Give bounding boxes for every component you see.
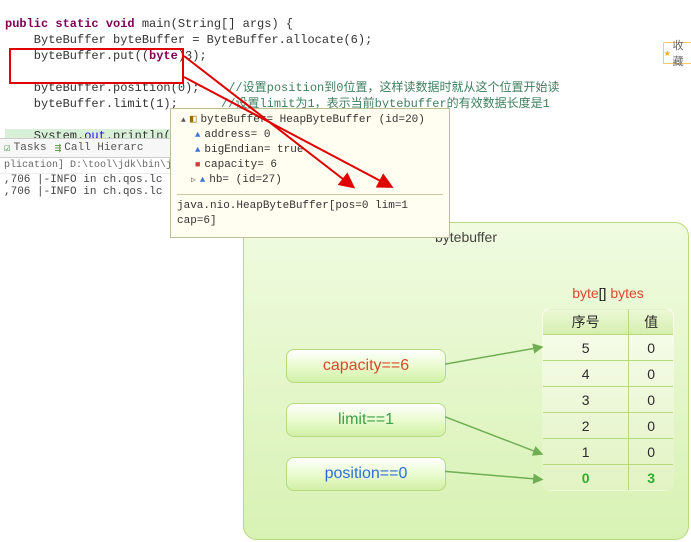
debug-address: ▲ address= 0 — [177, 128, 443, 143]
debug-root[interactable]: ▲ ◧ byteBuffer= HeapByteBuffer (id=20) — [177, 113, 443, 128]
debug-hb[interactable]: ▷ ▲ hb= (id=27) — [177, 173, 443, 188]
debug-capacity: ■ capacity= 6 — [177, 158, 443, 173]
cell-idx: 3 — [543, 387, 629, 413]
log-line-2: ,706 |-INFO in ch.qos.lc — [0, 186, 170, 198]
bullet-icon: ▲ — [200, 173, 205, 188]
cell-idx: 2 — [543, 413, 629, 439]
cell-val: 0 — [629, 439, 674, 465]
bytebuffer-diagram: bytebuffer byte[] bytes 序号 值 50 40 30 20… — [243, 222, 689, 540]
cell-idx: 1 — [543, 439, 629, 465]
col-index-header: 序号 — [543, 309, 629, 335]
position-label: position== — [325, 465, 399, 483]
bytes-table: 序号 值 50 40 30 20 10 03 — [542, 308, 674, 491]
col-value-header: 值 — [629, 309, 674, 335]
debug-address-label: address= 0 — [204, 128, 270, 143]
tasks-tabs[interactable]: ☑ Tasks ⇶ Call Hierarc — [0, 138, 170, 158]
limit-value: 1 — [385, 411, 394, 429]
red-highlight-box — [9, 48, 184, 84]
log-line-1: ,706 |-INFO in ch.qos.lc — [0, 174, 170, 186]
tasks-panel: ☑ Tasks ⇶ Call Hierarc plication] D:\too… — [0, 138, 170, 198]
cell-val: 0 — [629, 335, 674, 361]
limit-label: limit== — [338, 411, 385, 429]
favorite-label: 收藏 — [673, 37, 691, 69]
table-row: 40 — [543, 361, 674, 387]
code-line-2b: allocate — [286, 33, 344, 47]
checkbox-icon: ☑ — [4, 141, 11, 155]
star-icon: ★ — [664, 46, 671, 60]
code-comment-5: //设置position到0位置，这样读数据时就从这个位置开始读 — [228, 81, 559, 95]
bullet-icon: ▲ — [195, 143, 200, 158]
table-row: 03 — [543, 465, 674, 491]
cell-val: 0 — [629, 361, 674, 387]
code-line-6: byteBuffer.limit(1); — [5, 97, 178, 111]
debug-capacity-label: capacity= 6 — [204, 158, 277, 173]
debug-bigendian-label: bigEndian= true — [204, 143, 303, 158]
bullet-icon: ■ — [195, 158, 200, 173]
byte-kw: byte — [572, 285, 598, 301]
position-value: 0 — [398, 465, 407, 483]
cell-idx: 5 — [543, 335, 629, 361]
capacity-value: 6 — [400, 357, 409, 375]
tab-call-hierarchy[interactable]: ⇶ Call Hierarc — [55, 141, 144, 155]
debug-hb-label: hb= (id=27) — [209, 173, 282, 188]
bytes-name: bytes — [610, 285, 643, 301]
bytes-caption: byte[] bytes — [542, 285, 674, 301]
tree-collapse-icon[interactable]: ▷ — [191, 173, 196, 188]
hierarchy-icon: ⇶ — [55, 141, 62, 155]
cell-idx-active: 0 — [543, 465, 629, 491]
debug-bigendian: ▲ bigEndian= true — [177, 143, 443, 158]
table-row: 10 — [543, 439, 674, 465]
cell-val: 0 — [629, 387, 674, 413]
tab-call-label: Call Hierarc — [64, 142, 143, 154]
code-line-1-rest: main(String[] args) { — [135, 17, 293, 31]
byte-brackets: [] — [599, 285, 611, 301]
tasks-path: plication] D:\tool\jdk\bin\javaw.ex — [0, 158, 170, 174]
tab-tasks[interactable]: ☑ Tasks — [4, 141, 47, 155]
table-row: 30 — [543, 387, 674, 413]
favorite-badge[interactable]: ★ 收藏 — [663, 42, 691, 64]
tab-tasks-label: Tasks — [14, 142, 47, 154]
debug-tostring: java.nio.HeapByteBuffer[pos=0 lim=1 cap=… — [177, 194, 443, 229]
table-row: 50 — [543, 335, 674, 361]
capacity-label: capacity== — [323, 357, 400, 375]
tree-expand-icon[interactable]: ▲ — [181, 113, 186, 128]
code-line-2a: ByteBuffer byteBuffer = ByteBuffer. — [5, 33, 286, 47]
cell-idx: 4 — [543, 361, 629, 387]
debug-popup: ▲ ◧ byteBuffer= HeapByteBuffer (id=20) ▲… — [170, 108, 450, 238]
capacity-pill: capacity==6 — [286, 349, 446, 383]
code-line-1-kw: public static void — [5, 17, 135, 31]
position-pill: position==0 — [286, 457, 446, 491]
code-line-2c: (6); — [343, 33, 372, 47]
debug-root-label: byteBuffer= HeapByteBuffer (id=20) — [200, 113, 424, 128]
table-row: 20 — [543, 413, 674, 439]
bullet-icon: ▲ — [195, 128, 200, 143]
cell-val: 0 — [629, 413, 674, 439]
limit-pill: limit==1 — [286, 403, 446, 437]
cell-val-active: 3 — [629, 465, 674, 491]
